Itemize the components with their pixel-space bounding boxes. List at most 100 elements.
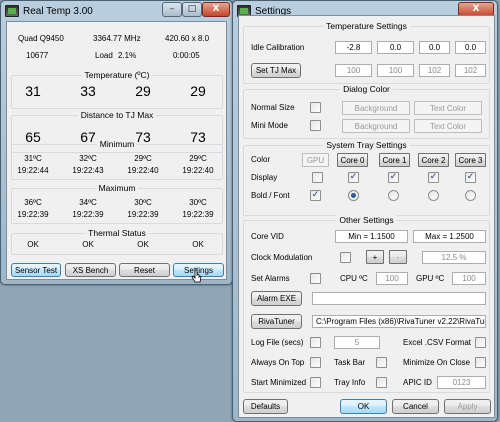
excel-csv-checkbox[interactable] [475,337,486,348]
other-settings-group: Other Settings Core VID Min = 1.1500 Max… [243,215,490,393]
normal-text-color-button[interactable]: Text Color [414,101,482,115]
core0-color-button[interactable]: Core 0 [337,153,368,167]
start-minimized-label: Start Minimized [251,378,307,387]
tray-radio-core1[interactable] [388,190,399,201]
alarm-exe-button[interactable]: Alarm EXE [251,291,302,306]
set-tjmax-button[interactable]: Set TJ Max [251,63,301,78]
reset-button[interactable]: Reset [119,263,170,277]
close-button[interactable]: X [202,2,230,17]
core2-color-button[interactable]: Core 2 [418,153,449,167]
task-bar-label: Task Bar [334,358,366,367]
core0-max-temp: 36ºC [24,198,42,207]
core0-max-time: 19:22:39 [17,210,49,219]
core1-thermal: OK [82,240,94,249]
core0-temp: 31 [25,83,41,99]
idle-calibration-core2[interactable]: 0.0 [419,41,450,54]
minimum-title: Minimum [96,139,138,149]
tjmax-core2[interactable]: 102 [419,64,450,77]
idle-calibration-core0[interactable]: -2.8 [335,41,372,54]
tray-color-label: Color [251,155,271,164]
bold-font-label: Bold / Font [251,191,290,200]
sensor-test-button[interactable]: Sensor Test [11,263,61,277]
defaults-button[interactable]: Defaults [243,399,288,414]
always-on-top-checkbox[interactable] [310,357,321,368]
minimize-on-close-label: Minimize On Close [403,358,471,367]
thermal-group: Thermal Status OK OK OK OK [11,228,223,255]
core3-color-button[interactable]: Core 3 [455,153,486,167]
alarm-exe-path[interactable] [312,292,486,305]
core0-thermal: OK [27,240,39,249]
task-bar-checkbox[interactable] [376,357,387,368]
maximum-title: Maximum [95,183,139,193]
tray-info-checkbox[interactable] [376,377,387,388]
core3-thermal: OK [192,240,204,249]
tjmax-core0[interactable]: 100 [335,64,372,77]
mini-background-button[interactable]: Background [342,119,410,133]
cancel-button[interactable]: Cancel [392,399,439,414]
rivatuner-button[interactable]: RivaTuner [251,314,302,329]
normal-size-checkbox[interactable] [310,102,321,113]
clock-mod-value[interactable]: 12.5 % [422,251,486,264]
tjmax-core1[interactable]: 100 [377,64,414,77]
realtemp-app-icon [5,5,19,17]
temperature-title: Temperature (ºC) [81,70,153,80]
set-alarms-checkbox[interactable] [310,273,321,284]
core0-min-time: 19:22:44 [17,166,49,175]
mini-text-color-button[interactable]: Text Color [414,119,482,133]
start-minimized-checkbox[interactable] [310,377,321,388]
core2-min-time: 19:22:40 [127,166,159,175]
log-file-field[interactable]: 5 [334,336,380,349]
dialog-color-title: Dialog Color [340,84,393,94]
display-core2-checkbox[interactable]: ✓ [428,172,439,183]
gpu-alarm-field[interactable]: 100 [452,272,486,285]
display-gpu-checkbox[interactable] [312,172,323,183]
clock-mod-plus-button[interactable]: + [366,250,384,264]
ok-button[interactable]: OK [340,399,387,414]
minimize-on-close-checkbox[interactable] [475,357,486,368]
mini-mode-checkbox[interactable] [310,120,321,131]
core1-color-button[interactable]: Core 1 [379,153,410,167]
idle-calibration-core3[interactable]: 0.0 [455,41,486,54]
core3-min-temp: 29ºC [189,154,207,163]
idle-calibration-core1[interactable]: 0.0 [377,41,414,54]
excel-csv-label: Excel .CSV Format [403,338,472,347]
core2-min-temp: 29ºC [134,154,152,163]
tray-radio-core2[interactable] [428,190,439,201]
maximize-button[interactable]: □ [182,2,202,17]
tray-settings-title: System Tray Settings [323,140,410,150]
xs-bench-button[interactable]: XS Bench [65,263,116,277]
minimize-button[interactable]: – [162,2,182,17]
normal-size-label: Normal Size [251,103,295,112]
cpu-multiplier: 420.60 x 8.0 [165,34,210,43]
gpu-color-button[interactable]: GPU [302,153,329,167]
display-core0-checkbox[interactable]: ✓ [348,172,359,183]
cpu-mhz: 3364.77 MHz [93,34,141,43]
core3-max-time: 19:22:39 [182,210,214,219]
normal-background-button[interactable]: Background [342,101,410,115]
realtemp-title: Real Temp 3.00 [23,5,93,17]
apic-id-field[interactable]: 0123 [437,376,486,389]
core1-max-temp: 34ºC [79,198,97,207]
tray-radio-core3[interactable] [465,190,476,201]
realtemp-client: Quad Q9450 3364.77 MHz 420.60 x 8.0 1067… [6,21,227,280]
mouse-cursor-icon [191,269,202,283]
core1-temp: 33 [80,83,96,99]
always-on-top-label: Always On Top [251,358,305,367]
clock-modulation-checkbox[interactable] [340,252,351,263]
temp-settings-group: Temperature Settings Idle Calibration -2… [243,21,490,84]
display-core3-checkbox[interactable]: ✓ [465,172,476,183]
other-settings-title: Other Settings [336,215,397,225]
log-file-checkbox[interactable] [310,337,321,348]
tjmax-core3[interactable]: 102 [455,64,486,77]
clock-mod-minus-button[interactable]: - [389,250,407,264]
display-core1-checkbox[interactable]: ✓ [388,172,399,183]
tray-radio-core0[interactable] [348,190,359,201]
set-alarms-label: Set Alarms [251,274,290,283]
apply-button[interactable]: Apply [444,399,491,414]
rivatuner-path[interactable]: C:\Program Files (x86)\RivaTuner v2.22\R… [312,315,486,328]
vid-value: 10677 [26,51,49,60]
settings-window: Settings X Temperature Settings Idle Cal… [232,0,498,422]
bold-font-checkbox[interactable]: ✓ [310,190,321,201]
cpu-alarm-field[interactable]: 100 [376,272,408,285]
temperature-group: Temperature (ºC) 31 33 29 29 [11,70,223,109]
